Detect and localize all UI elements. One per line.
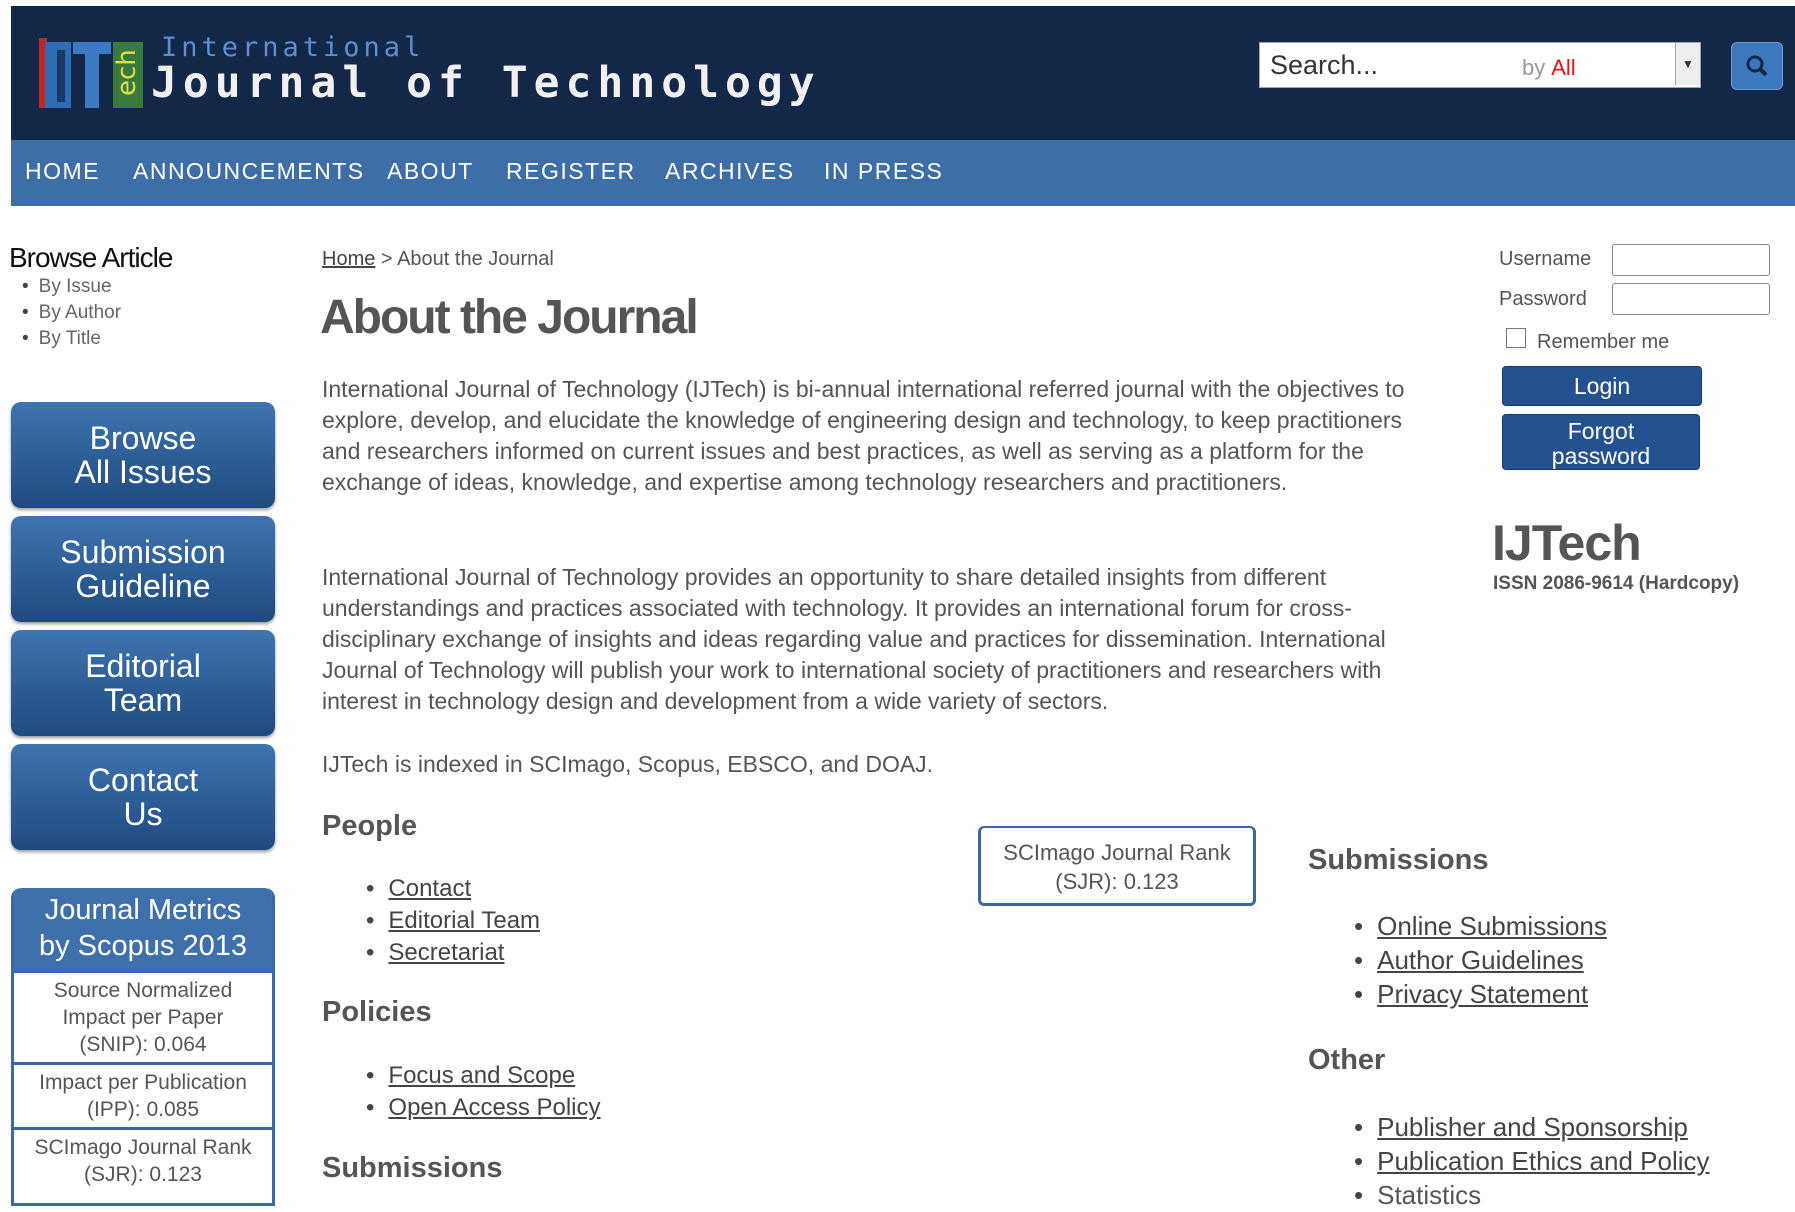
breadcrumb-home[interactable]: Home — [322, 248, 375, 270]
contact-us-button[interactable]: Contact Us — [11, 744, 275, 850]
search-scope-value[interactable]: All — [1551, 55, 1575, 80]
journal-logo-icon[interactable]: ech — [39, 36, 149, 112]
submissions-link-author-guidelines[interactable]: Author Guidelines — [1377, 945, 1584, 975]
nav-in-press[interactable]: IN PRESS — [824, 158, 943, 185]
nav-home[interactable]: HOME — [25, 158, 100, 185]
search-scope: by All — [1522, 55, 1576, 80]
search-placeholder: Search... — [1270, 50, 1379, 80]
other-link-ethics[interactable]: Publication Ethics and Policy — [1377, 1146, 1709, 1176]
people-link-secretariat[interactable]: Secretariat — [388, 939, 504, 966]
policies-link-open-access[interactable]: Open Access Policy — [388, 1094, 600, 1121]
main-nav: HOME ANNOUNCEMENTS ABOUT REGISTER ARCHIV… — [11, 140, 1795, 206]
username-field[interactable] — [1612, 244, 1770, 276]
password-label: Password — [1499, 288, 1587, 310]
submissions-link-privacy[interactable]: Privacy Statement — [1377, 979, 1588, 1009]
nav-about[interactable]: ABOUT — [387, 158, 474, 185]
remember-me-label: Remember me — [1537, 331, 1670, 353]
svg-text:ech: ech — [112, 49, 142, 96]
ijtech-brand: IJTech — [1492, 515, 1642, 571]
search-icon — [1746, 55, 1768, 77]
browse-list: By Issue By Author By Title — [22, 274, 121, 352]
site-header: ech International Journal of Technology … — [11, 6, 1795, 140]
nav-register[interactable]: REGISTER — [506, 158, 636, 185]
username-label: Username — [1499, 248, 1592, 270]
policies-heading: Policies — [322, 996, 432, 1028]
browse-article-heading: Browse Article — [9, 242, 173, 273]
browse-by-issue[interactable]: By Issue — [22, 274, 121, 300]
journal-metrics-panel: Journal Metrics by Scopus 2013 Source Nor… — [11, 888, 275, 1206]
nav-archives[interactable]: ARCHIVES — [665, 158, 795, 185]
other-links: Publisher and Sponsorship Publication Et… — [1354, 1110, 1709, 1212]
logo-title[interactable]: Journal of Technology — [151, 58, 821, 108]
people-links: Contact Editorial Team Secretariat — [366, 873, 540, 969]
nav-announcements[interactable]: ANNOUNCEMENTS — [133, 158, 365, 185]
search-input[interactable]: Search... by All ▼ — [1259, 42, 1701, 88]
forgot-password-button[interactable]: Forgot password — [1502, 414, 1700, 470]
submissions-heading-left: Submissions — [322, 1152, 503, 1184]
about-paragraph-2: International Journal of Technology prov… — [322, 564, 1386, 714]
search-scope-dropdown[interactable]: ▼ — [1675, 43, 1700, 85]
editorial-team-button[interactable]: Editorial Team — [11, 630, 275, 736]
sjr-badge[interactable]: SCImago Journal Rank (SJR): 0.123 — [978, 826, 1256, 906]
search-button[interactable] — [1731, 42, 1783, 90]
browse-by-title[interactable]: By Title — [22, 326, 121, 352]
people-heading: People — [322, 810, 418, 842]
browse-by-author[interactable]: By Author — [22, 300, 121, 326]
submissions-link-online[interactable]: Online Submissions — [1377, 911, 1607, 941]
page-title: About the Journal — [320, 291, 699, 344]
policies-links: Focus and Scope Open Access Policy — [366, 1060, 600, 1124]
submissions-links: Online Submissions Author Guidelines Pri… — [1354, 909, 1607, 1011]
about-paragraph-3: IJTech is indexed in SCImago, Scopus, EB… — [322, 751, 934, 777]
other-link-publisher[interactable]: Publisher and Sponsorship — [1377, 1112, 1688, 1142]
submission-guideline-button[interactable]: Submission Guideline — [11, 516, 275, 622]
about-paragraph-1: International Journal of Technology (IJT… — [322, 376, 1405, 495]
people-link-editorial-team[interactable]: Editorial Team — [388, 907, 540, 934]
metric-sjr: SCImago Journal Rank (SJR): 0.123 — [14, 1127, 272, 1192]
other-heading: Other — [1308, 1044, 1386, 1076]
breadcrumb-current: About the Journal — [397, 248, 554, 270]
journal-metrics-heading: Journal Metrics by Scopus 2013 — [14, 888, 272, 970]
issn-text: ISSN 2086-9614 (Hardcopy) — [1493, 573, 1740, 594]
policies-link-focus-scope[interactable]: Focus and Scope — [388, 1062, 575, 1089]
metric-ipp: Impact per Publication (IPP): 0.085 — [14, 1062, 272, 1127]
browse-all-issues-button[interactable]: Browse All Issues — [11, 402, 275, 508]
breadcrumb: Home > About the Journal — [322, 248, 554, 270]
submissions-heading: Submissions — [1308, 844, 1489, 876]
password-field[interactable] — [1612, 283, 1770, 315]
metric-snip: Source Normalized Impact per Paper (SNIP):… — [14, 970, 272, 1062]
people-link-contact[interactable]: Contact — [388, 875, 471, 902]
remember-me-checkbox[interactable] — [1506, 328, 1526, 348]
login-button[interactable]: Login — [1502, 366, 1702, 406]
